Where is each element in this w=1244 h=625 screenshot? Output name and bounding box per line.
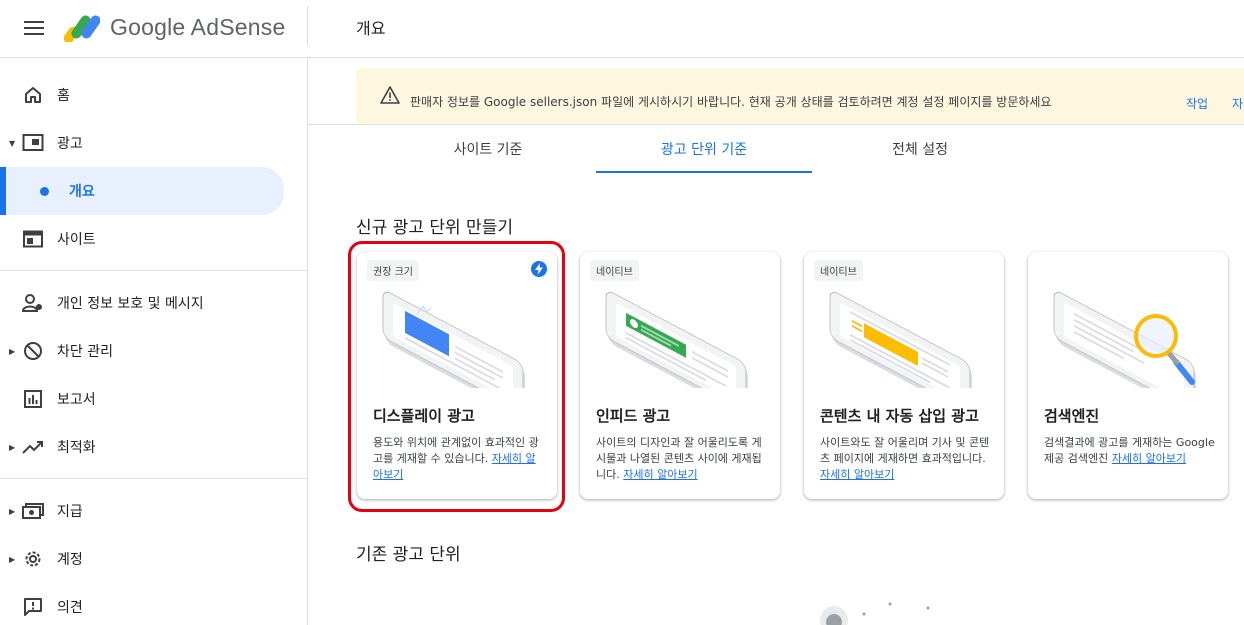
gear-icon <box>22 548 44 570</box>
card-description: 검색결과에 광고를 게재하는 Google 제공 검색엔진 자세히 알아보기 <box>1044 435 1216 467</box>
learn-more-link[interactable]: 자세히 알아보기 <box>1112 452 1186 465</box>
sidebar-divider <box>0 478 308 479</box>
reports-icon <box>22 388 44 410</box>
feedback-icon <box>22 596 44 618</box>
top-app-bar: Google AdSense 개요 <box>0 0 1244 58</box>
hamburger-menu-icon[interactable] <box>22 17 46 41</box>
sidebar-item-label: 차단 관리 <box>57 344 113 360</box>
header-divider <box>307 6 308 46</box>
sidebar-item-label: 계정 <box>57 552 83 568</box>
learn-more-link[interactable]: 자세히 알아보기 <box>623 468 697 481</box>
sidebar-item-feedback[interactable]: 의견 <box>0 587 300 625</box>
recommended-size-badge: 권장 크기 <box>367 260 419 281</box>
display-ads-card[interactable]: 권장 크기 디스플레이 광고 용도와 위치에 관계없이 효과적인 광고를 게재할… <box>357 252 557 499</box>
optimization-icon <box>22 436 44 458</box>
lightning-icon <box>531 261 547 277</box>
card-description: 용도와 위치에 관계없이 효과적인 광고를 게재할 수 있습니다. 자세히 알아… <box>373 435 545 483</box>
caret-right-icon: ▶ <box>9 346 16 356</box>
sidebar-item-label: 지급 <box>57 504 83 520</box>
card-description-text: 사이트와도 잘 어울리며 기사 및 콘텐츠 페이지에 게재하면 효과적입니다. <box>820 436 990 465</box>
card-description: 사이트와도 잘 어울리며 기사 및 콘텐츠 페이지에 게재하면 효과적입니다. … <box>820 435 992 483</box>
main-content: 판매자 정보를 Google sellers.json 파일에 게시하시기 바랍… <box>308 58 1244 625</box>
tab-global-settings[interactable]: 전체 설정 <box>812 125 1028 173</box>
caret-right-icon: ▶ <box>9 506 16 516</box>
sidebar-item-account[interactable]: ▶ 계정 <box>0 539 300 579</box>
display-ad-illustration-icon <box>382 291 525 388</box>
sidebar-item-blocking[interactable]: ▶ 차단 관리 <box>0 331 300 371</box>
sidebar-item-label: 홈 <box>57 88 70 104</box>
active-indicator <box>0 167 6 215</box>
banner-action-button[interactable]: 작업 <box>1186 95 1208 112</box>
dot-icon <box>40 186 49 196</box>
search-engine-card[interactable]: 검색엔진 검색결과에 광고를 게재하는 Google 제공 검색엔진 자세히 알… <box>1028 252 1228 499</box>
banner-message: 판매자 정보를 Google sellers.json 파일에 게시하시기 바랍… <box>410 95 1052 109</box>
banner-secondary-action-button[interactable]: 자 <box>1232 95 1243 112</box>
sidebar-divider <box>0 270 308 271</box>
privacy-icon <box>22 292 44 314</box>
sidebar-item-sites[interactable]: 사이트 <box>0 219 300 259</box>
card-title: 검색엔진 <box>1044 407 1100 425</box>
empty-state-illustration-icon <box>820 602 930 625</box>
existing-ad-units-heading: 기존 광고 단위 <box>356 545 461 565</box>
sidebar-item-label: 의견 <box>57 600 83 616</box>
sidebar-item-label: 개요 <box>69 184 95 200</box>
sidebar: 홈 ▼ 광고 개요 사이트 개인 정보 보호 및 메시지 ▶ 차단 관리 보고서… <box>0 58 308 625</box>
search-engine-illustration-icon <box>1053 291 1196 388</box>
sidebar-item-label: 광고 <box>57 136 83 152</box>
in-article-ad-illustration-icon <box>829 291 972 388</box>
in-feed-ads-card[interactable]: 네이티브 인피드 광고 사이트의 디자인과 잘 어울리도록 게시물과 나열된 콘… <box>580 252 780 499</box>
card-title: 인피드 광고 <box>596 407 671 425</box>
card-title: 콘텐츠 내 자동 삽입 광고 <box>820 407 979 425</box>
sites-icon <box>22 228 44 250</box>
sidebar-item-ads[interactable]: ▼ 광고 <box>0 123 300 163</box>
native-badge: 네이티브 <box>814 260 863 281</box>
new-ad-units-heading: 신규 광고 단위 만들기 <box>356 218 513 238</box>
ads-icon <box>22 132 44 154</box>
sidebar-item-home[interactable]: 홈 <box>0 75 300 115</box>
sidebar-item-reports[interactable]: 보고서 <box>0 379 300 419</box>
sidebar-item-optimization[interactable]: ▶ 최적화 <box>0 427 300 467</box>
card-title: 디스플레이 광고 <box>373 407 475 425</box>
in-article-ads-card[interactable]: 네이티브 콘텐츠 내 자동 삽입 광고 사이트와도 잘 어울리며 기사 및 콘텐… <box>804 252 1004 499</box>
app-name: Google AdSense <box>110 14 286 40</box>
sidebar-item-label: 보고서 <box>57 392 96 408</box>
sidebar-item-payments[interactable]: ▶ 지급 <box>0 491 300 531</box>
native-badge: 네이티브 <box>590 260 639 281</box>
adsense-logo-icon <box>64 15 100 42</box>
sidebar-item-label: 사이트 <box>57 232 96 248</box>
caret-right-icon: ▶ <box>9 554 16 564</box>
sidebar-item-overview[interactable]: 개요 <box>0 167 284 215</box>
sidebar-item-label: 개인 정보 보호 및 메시지 <box>57 296 204 312</box>
in-feed-ad-illustration-icon <box>605 291 748 388</box>
card-description: 사이트의 디자인과 잘 어울리도록 게시물과 나열된 콘텐츠 사이에 게재됩니다… <box>596 435 768 483</box>
sidebar-item-privacy[interactable]: 개인 정보 보호 및 메시지 <box>0 283 300 323</box>
caret-down-icon: ▼ <box>9 138 16 148</box>
tab-by-ad-unit[interactable]: 광고 단위 기준 <box>596 125 812 173</box>
learn-more-link[interactable]: 자세히 알아보기 <box>820 468 894 481</box>
home-icon <box>22 84 44 106</box>
warning-icon <box>380 86 400 104</box>
block-icon <box>22 340 44 362</box>
page-title: 개요 <box>356 19 386 38</box>
caret-right-icon: ▶ <box>9 442 16 452</box>
payments-icon <box>22 500 44 522</box>
tab-by-site[interactable]: 사이트 기준 <box>380 125 596 173</box>
sidebar-item-label: 최적화 <box>57 440 96 456</box>
sellers-json-banner: 판매자 정보를 Google sellers.json 파일에 게시하시기 바랍… <box>356 68 1244 124</box>
